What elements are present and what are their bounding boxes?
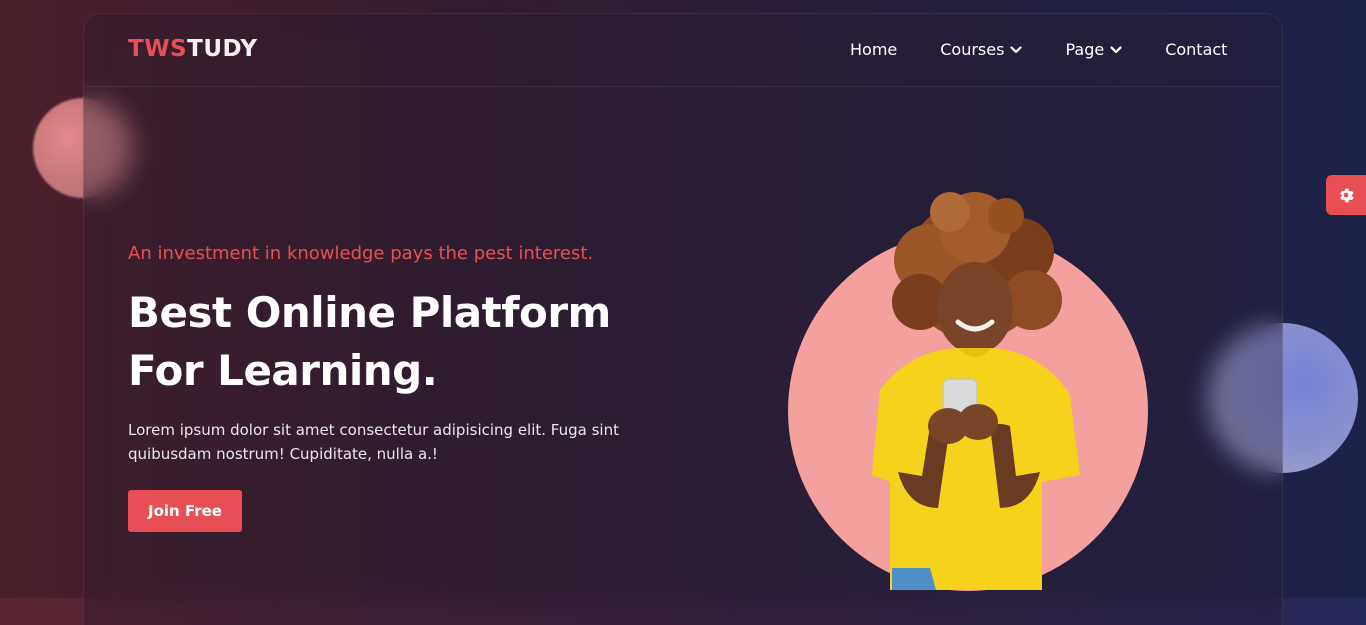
person-face [937,262,1013,354]
nav-page[interactable]: Page [1065,40,1122,59]
logo-part-main: TUDY [187,36,258,62]
chevron-down-icon [1110,45,1122,53]
nav-page-label: Page [1065,40,1105,59]
hero-tagline: An investment in knowledge pays the pest… [128,243,594,264]
logo-part-accent: TWS [128,36,188,62]
main-nav: Home Courses Page Contact [850,40,1227,59]
nav-contact[interactable]: Contact [1165,40,1227,59]
hero-description: Lorem ipsum dolor sit amet consectetur a… [128,421,619,463]
hero-headline-line2: For Learning. [128,346,438,395]
nav-contact-label: Contact [1165,40,1228,59]
nav-courses[interactable]: Courses [940,40,1023,59]
hero-illustration [788,192,1148,591]
join-free-button[interactable]: Join Free [128,490,242,532]
nav-courses-label: Courses [940,40,1005,59]
nav-home[interactable]: Home [850,40,897,59]
hero-headline: Best Online Platform For Learning. [128,284,688,400]
gear-icon [1340,188,1354,203]
chevron-down-icon [1010,45,1023,53]
hero-headline-line1: Best Online Platform [128,288,611,337]
settings-button[interactable] [1326,175,1366,215]
nav-home-label: Home [850,40,898,59]
site-logo[interactable]: TWSTUDY [128,36,258,62]
header-divider [84,86,1282,87]
